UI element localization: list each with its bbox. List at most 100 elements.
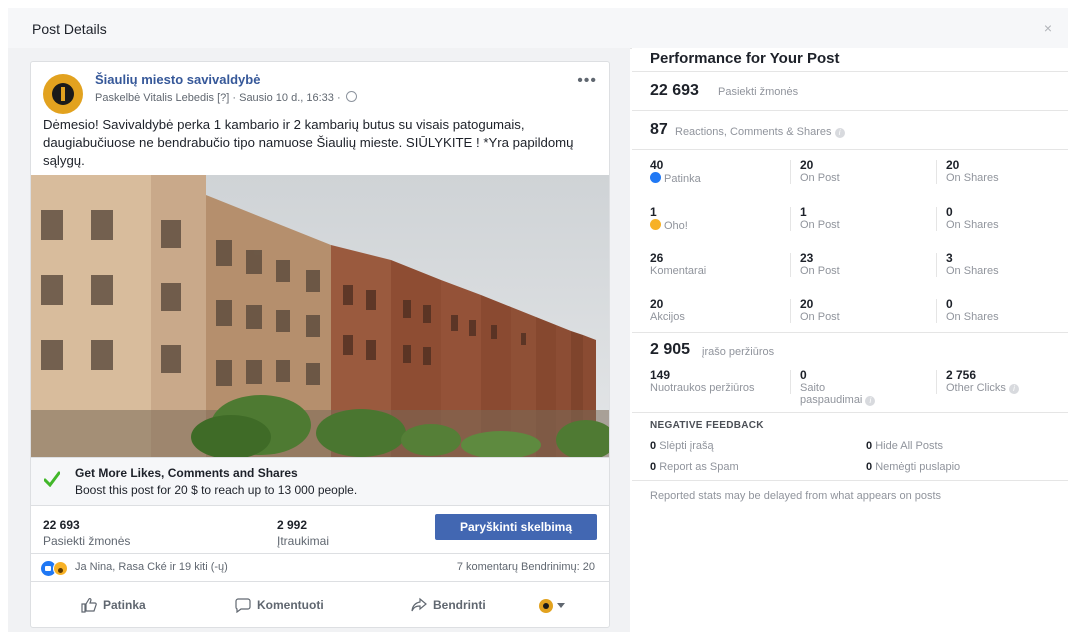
performance-pane: Performance for Your Post 22 693 Pasiekt… xyxy=(632,48,1068,632)
on-post-label: On Post xyxy=(800,265,840,277)
page-avatar[interactable] xyxy=(43,74,83,114)
close-icon[interactable]: × xyxy=(1044,20,1052,36)
hide-all-feedback: 0 Hide All Posts xyxy=(866,440,943,452)
link-clicks-count: 0 xyxy=(800,368,807,382)
more-icon[interactable]: ••• xyxy=(577,72,597,90)
share-icon xyxy=(411,597,427,612)
hide-post-count: 0 xyxy=(650,440,657,452)
globe-icon xyxy=(345,91,357,102)
page-name-link[interactable]: Šiaulių miesto savivaldybė xyxy=(95,72,260,87)
link-clicks-label-2: paspaudimai i xyxy=(800,394,876,406)
divider xyxy=(936,299,937,323)
divider xyxy=(632,412,1068,413)
post-details-dialog: Post Details × Šiaulių miesto savivaldyb… xyxy=(8,8,1068,632)
comments-on-shares-count: 3 xyxy=(946,251,953,265)
divider xyxy=(632,332,1068,333)
wow-label: Oho! xyxy=(664,220,688,232)
on-shares-label: On Shares xyxy=(946,265,999,277)
like-button[interactable]: Patinka xyxy=(81,582,146,627)
rcs-total: 87 xyxy=(650,121,668,138)
page-avatar-small[interactable] xyxy=(539,599,553,613)
wow-reaction-icon xyxy=(650,219,661,230)
post-preview-pane: Šiaulių miesto savivaldybė Paskelbė Vita… xyxy=(8,48,630,632)
comment-icon xyxy=(235,598,251,613)
other-clicks-label-wrap: Other Clicks i xyxy=(946,382,1019,394)
on-shares-label: On Shares xyxy=(946,172,999,184)
divider xyxy=(936,207,937,231)
comments-count: 26 xyxy=(650,251,664,265)
wow-label-wrap: Oho! xyxy=(650,219,688,232)
post-actions: Patinka Komentuoti Bendrinti xyxy=(31,581,609,627)
divider xyxy=(632,110,1068,111)
link-clicks-label: Saito xyxy=(800,382,826,394)
on-post-label: On Post xyxy=(800,311,840,323)
shares-count: 20 xyxy=(650,297,664,311)
post-text: Dėmesio! Savivaldybė perka 1 kambario ir… xyxy=(43,117,574,168)
wow-on-post-count: 1 xyxy=(800,205,807,219)
link-clicks-label-line2: paspaudimai xyxy=(800,394,863,406)
page-logo-icon xyxy=(52,83,74,105)
boost-title: Get More Likes, Comments and Shares xyxy=(75,466,298,480)
likes-label: Patinka xyxy=(664,173,701,185)
unlike-page-feedback: 0 Nemėgti puslapio xyxy=(866,461,960,473)
dialog-header: Post Details × xyxy=(8,8,1068,49)
on-post-label: On Post xyxy=(800,172,840,184)
performance-title: Performance for Your Post xyxy=(650,50,840,67)
comments-label: Komentarai xyxy=(650,265,707,277)
reactions-summary[interactable]: Ja Nina, Rasa Cké ir 19 kiti (-ų) 7 kome… xyxy=(31,553,609,582)
post-photo[interactable] xyxy=(31,175,609,457)
divider xyxy=(936,370,937,394)
wow-reaction-icon xyxy=(53,561,68,576)
shares-on-post-count: 20 xyxy=(800,297,814,311)
check-icon xyxy=(44,471,60,487)
shares-label: Akcijos xyxy=(650,311,685,323)
likes-on-post-count: 20 xyxy=(800,158,814,172)
comments-on-post-count: 23 xyxy=(800,251,814,265)
unlike-page-count: 0 xyxy=(866,461,873,473)
post-meta-text: Paskelbė Vitalis Lebedis [?] · Sausio 10… xyxy=(95,92,341,104)
divider xyxy=(790,253,791,277)
divider xyxy=(936,253,937,277)
hide-all-count: 0 xyxy=(866,440,873,452)
divider xyxy=(790,370,791,394)
comment-button[interactable]: Komentuoti xyxy=(235,582,324,627)
engagement-count: 2 992 xyxy=(277,518,308,532)
comment-share-counts[interactable]: 7 komentarų Bendrinimų: 20 xyxy=(457,561,595,573)
info-icon[interactable]: i xyxy=(865,396,876,406)
on-shares-label: On Shares xyxy=(946,311,999,323)
spam-label: Report as Spam xyxy=(659,461,739,473)
likes-count: 40 xyxy=(650,158,664,172)
wow-on-shares-count: 0 xyxy=(946,205,953,219)
share-label: Bendrinti xyxy=(433,598,486,612)
divider xyxy=(632,149,1068,150)
divider xyxy=(790,299,791,323)
like-reaction-icon xyxy=(650,172,661,183)
other-clicks-label: Other Clicks xyxy=(946,382,1006,394)
hide-post-feedback: 0 Slėpti įrašą xyxy=(650,440,714,452)
info-icon[interactable]: i xyxy=(834,128,845,138)
thumbs-up-icon xyxy=(81,597,97,613)
post-views-label: įrašo peržiūros xyxy=(702,346,775,358)
divider xyxy=(790,207,791,231)
post-meta: Paskelbė Vitalis Lebedis [?] · Sausio 10… xyxy=(95,91,357,104)
share-button[interactable]: Bendrinti xyxy=(411,582,486,627)
caret-down-icon[interactable] xyxy=(557,603,565,608)
divider xyxy=(790,160,791,184)
on-post-label: On Post xyxy=(800,219,840,231)
apartment-buildings-image xyxy=(31,175,609,457)
reaction-names[interactable]: Ja Nina, Rasa Cké ir 19 kiti (-ų) xyxy=(75,561,228,573)
like-label: Patinka xyxy=(103,598,146,612)
reached-total: 22 693 xyxy=(650,82,699,99)
on-shares-label: On Shares xyxy=(946,219,999,231)
other-clicks-count: 2 756 xyxy=(946,368,977,382)
spam-count: 0 xyxy=(650,461,657,473)
likes-label-wrap: Patinka xyxy=(650,172,701,185)
likes-on-shares-count: 20 xyxy=(946,158,960,172)
divider xyxy=(632,71,1068,72)
boost-post-button[interactable]: Paryškinti skelbimą xyxy=(435,514,597,540)
wow-count: 1 xyxy=(650,205,657,219)
info-icon[interactable]: i xyxy=(1008,384,1019,394)
comment-label: Komentuoti xyxy=(257,598,324,612)
boost-banner[interactable]: Get More Likes, Comments and Shares Boos… xyxy=(31,457,609,506)
spam-feedback: 0 Report as Spam xyxy=(650,461,739,473)
